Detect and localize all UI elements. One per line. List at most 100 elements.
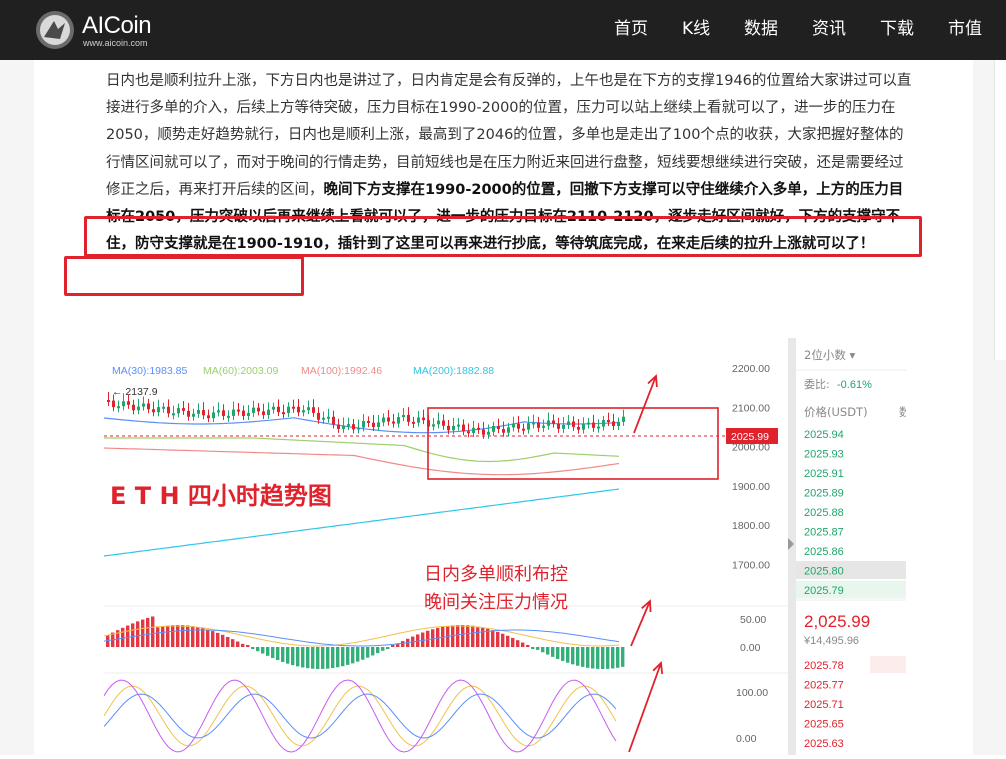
- candle-body: [452, 425, 455, 431]
- candle-body: [247, 412, 250, 416]
- candle-body: [167, 406, 170, 414]
- candle-body: [537, 422, 540, 428]
- macd-bar: [386, 647, 390, 649]
- last-price-cny: ¥14,495.96: [803, 635, 859, 647]
- macd-bar: [331, 647, 335, 669]
- macd-bar: [251, 647, 255, 649]
- candle-body: [392, 421, 395, 424]
- macd-bar: [536, 647, 540, 650]
- candle-body: [212, 412, 215, 419]
- top-nav-bar: AICoin www.aicoin.com 首页 K线 数据 资讯 下载 市值: [0, 0, 1006, 60]
- macd-bar: [471, 625, 475, 647]
- candle-body: [587, 422, 590, 425]
- candle-body: [177, 408, 180, 414]
- candle-body: [512, 423, 515, 428]
- ask-price: 2025.88: [804, 507, 844, 519]
- highlight-box-target: [64, 256, 304, 296]
- candle-body: [597, 426, 600, 429]
- candle-body: [397, 417, 400, 424]
- macd-bar: [526, 644, 530, 647]
- macd-bar: [341, 647, 345, 667]
- nav-market-cap[interactable]: 市值: [948, 0, 982, 60]
- candle-body: [567, 421, 570, 425]
- candle-body: [262, 411, 265, 415]
- candle-body: [462, 424, 465, 432]
- candle-body: [157, 407, 160, 413]
- last-price: 2,025.99: [804, 612, 870, 631]
- price-axis-label: 1700.00: [732, 560, 770, 572]
- candle-body: [192, 413, 195, 417]
- macd-bar: [316, 647, 320, 669]
- high-price-marker: ← 2137.9: [112, 386, 158, 398]
- candle-body: [237, 409, 240, 412]
- aicoin-logo-icon[interactable]: [34, 9, 76, 51]
- ask-price: 2025.87: [804, 527, 844, 539]
- macd-bar: [541, 647, 545, 653]
- candle-body: [312, 407, 315, 413]
- macd-bar: [511, 637, 515, 647]
- candle-body: [222, 410, 225, 416]
- nav-news[interactable]: 资讯: [812, 0, 846, 60]
- brand-name[interactable]: AICoin: [82, 12, 152, 40]
- candle-body: [387, 417, 390, 422]
- indicator-axis-label: 50.00: [740, 614, 766, 626]
- highlight-box-support: [84, 216, 922, 257]
- price-axis-label: 2100.00: [732, 402, 770, 414]
- bid-price: 2025.77: [804, 680, 844, 692]
- candle-body: [622, 416, 625, 422]
- candle-body: [562, 424, 565, 429]
- macd-bar: [256, 647, 260, 652]
- nav-data[interactable]: 数据: [744, 0, 778, 60]
- macd-bar: [311, 647, 315, 669]
- candle-body: [297, 406, 300, 413]
- ask-price: 2025.89: [804, 488, 844, 500]
- candle-body: [282, 412, 285, 415]
- macd-bar: [346, 647, 350, 665]
- macd-bar: [186, 625, 190, 647]
- candle-body: [132, 404, 135, 411]
- macd-bar: [206, 629, 210, 647]
- chart-canvas: MA(30):1983.85 MA(60):2003.09 MA(100):1992…: [103, 338, 911, 755]
- macd-bar: [521, 642, 525, 647]
- macd-bar: [151, 616, 155, 647]
- candle-body: [407, 414, 410, 422]
- macd-bar: [376, 647, 380, 654]
- macd-bar: [321, 647, 325, 669]
- candle-body: [372, 422, 375, 427]
- indicator-axis-label: 0.00: [736, 733, 757, 745]
- candle-body: [352, 424, 355, 430]
- candle-body: [242, 410, 245, 416]
- price-column-header: 价格(USDT): [804, 405, 868, 419]
- macd-bar: [146, 617, 150, 647]
- candle-body: [307, 407, 310, 411]
- macd-bar: [551, 647, 555, 657]
- bid-price: 2025.63: [804, 738, 844, 750]
- candle-body: [137, 406, 140, 411]
- macd-bar: [476, 626, 480, 647]
- macd-bar: [261, 647, 265, 654]
- candle-body: [477, 427, 480, 430]
- price-axis-label: 2200.00: [732, 363, 770, 375]
- macd-bar: [556, 647, 560, 659]
- nav-home[interactable]: 首页: [614, 0, 648, 60]
- macd-bar: [496, 631, 500, 647]
- candle-body: [432, 424, 435, 427]
- bid-ask-ratio-value: -0.61%: [837, 379, 872, 391]
- candle-body: [572, 421, 575, 427]
- candle-body: [337, 424, 340, 429]
- macd-bar: [621, 647, 625, 667]
- candle-body: [517, 423, 520, 429]
- candle-body: [487, 431, 490, 435]
- candle-body: [547, 420, 550, 426]
- candle-body: [612, 421, 615, 427]
- candle-body: [152, 409, 155, 413]
- candle-body: [472, 427, 475, 433]
- candle-body: [217, 410, 220, 413]
- macd-bar: [131, 623, 135, 647]
- nav-download[interactable]: 下载: [880, 0, 914, 60]
- nav-kline[interactable]: K线: [682, 0, 710, 60]
- macd-bar: [291, 647, 295, 666]
- macd-bar: [276, 647, 280, 661]
- article-normal-text: 日内也是顺利拉升上涨，下方日内也是讲过了，日内肯定是会有反弹的，上午也是在下方的…: [106, 73, 912, 198]
- macd-bar: [181, 625, 185, 647]
